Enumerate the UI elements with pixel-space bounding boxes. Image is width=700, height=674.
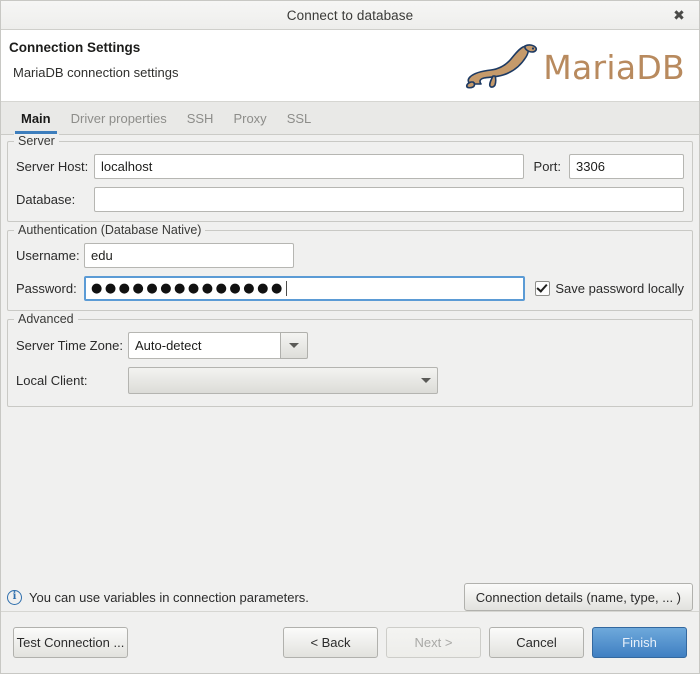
database-row: Database: bbox=[16, 187, 684, 212]
text-caret bbox=[285, 281, 287, 296]
server-timezone-combo[interactable]: Auto-detect bbox=[128, 332, 308, 359]
wizard-nav-buttons: < Back Next > Cancel Finish bbox=[283, 627, 687, 658]
username-label: Username: bbox=[16, 248, 80, 263]
local-client-label: Local Client: bbox=[16, 373, 88, 388]
password-row: Password: ●●●●●●●●●●●●●● Save password l… bbox=[16, 276, 684, 301]
variables-hint: i You can use variables in connection pa… bbox=[7, 589, 309, 605]
password-input[interactable]: ●●●●●●●●●●●●●● bbox=[84, 276, 526, 301]
sea-lion-icon bbox=[463, 41, 541, 94]
server-timezone-row: Server Time Zone: Auto-detect bbox=[16, 332, 684, 359]
tab-bar: Main Driver properties SSH Proxy SSL bbox=[1, 102, 699, 135]
tab-proxy[interactable]: Proxy bbox=[223, 102, 276, 134]
connect-to-database-dialog: Connect to database ✖ Connection Setting… bbox=[0, 0, 700, 674]
database-input[interactable] bbox=[94, 187, 684, 212]
tab-ssh[interactable]: SSH bbox=[177, 102, 224, 134]
connection-details-button[interactable]: Connection details (name, type, ... ) bbox=[463, 583, 693, 611]
server-host-input[interactable] bbox=[94, 154, 524, 179]
tab-ssl[interactable]: SSL bbox=[277, 102, 322, 134]
save-password-checkbox[interactable]: Save password locally bbox=[535, 281, 684, 296]
local-client-combo[interactable] bbox=[128, 367, 438, 394]
info-icon: i bbox=[7, 589, 22, 605]
server-group: Server Server Host: Port: Database: bbox=[7, 134, 693, 222]
username-input[interactable] bbox=[84, 243, 294, 268]
next-button: Next > bbox=[386, 627, 481, 658]
password-label: Password: bbox=[16, 281, 77, 296]
test-connection-button[interactable]: Test Connection ... bbox=[13, 627, 128, 658]
back-button[interactable]: < Back bbox=[283, 627, 378, 658]
server-host-row: Server Host: Port: bbox=[16, 154, 684, 179]
close-icon[interactable]: ✖ bbox=[667, 1, 691, 29]
window-titlebar: Connect to database ✖ bbox=[1, 1, 699, 30]
dialog-header: Connection Settings MariaDB connection s… bbox=[1, 30, 699, 102]
tab-driver-properties[interactable]: Driver properties bbox=[61, 102, 177, 134]
checkmark-icon bbox=[535, 281, 551, 296]
save-password-label: Save password locally bbox=[555, 281, 684, 296]
server-timezone-label: Server Time Zone: bbox=[16, 338, 123, 353]
dialog-footer: Test Connection ... < Back Next > Cancel… bbox=[1, 611, 699, 673]
database-label: Database: bbox=[16, 192, 76, 207]
cancel-button[interactable]: Cancel bbox=[489, 627, 584, 658]
port-label: Port: bbox=[533, 159, 561, 174]
variables-hint-text: You can use variables in connection para… bbox=[29, 589, 309, 605]
port-input[interactable] bbox=[569, 154, 684, 179]
server-group-label: Server bbox=[14, 134, 59, 148]
local-client-row: Local Client: bbox=[16, 367, 684, 394]
password-masked-value: ●●●●●●●●●●●●●● bbox=[91, 281, 285, 296]
hint-row: i You can use variables in connection pa… bbox=[7, 583, 693, 611]
authentication-group-label: Authentication (Database Native) bbox=[14, 223, 206, 237]
logo-text: MariaDB bbox=[543, 47, 685, 87]
finish-button[interactable]: Finish bbox=[592, 627, 687, 658]
server-host-label: Server Host: bbox=[16, 159, 89, 174]
window-title: Connect to database bbox=[286, 7, 414, 23]
mariadb-logo: MariaDB bbox=[463, 40, 685, 94]
username-row: Username: bbox=[16, 243, 684, 268]
tab-main[interactable]: Main bbox=[11, 102, 61, 134]
advanced-group-label: Advanced bbox=[14, 312, 78, 326]
chevron-down-icon[interactable] bbox=[280, 332, 308, 359]
main-tab-panel: Server Server Host: Port: Database: Auth… bbox=[1, 134, 699, 663]
advanced-group: Advanced Server Time Zone: Auto-detect L… bbox=[7, 312, 693, 407]
authentication-group: Authentication (Database Native) Usernam… bbox=[7, 223, 693, 311]
chevron-down-icon bbox=[421, 378, 431, 383]
server-timezone-value: Auto-detect bbox=[128, 332, 280, 359]
